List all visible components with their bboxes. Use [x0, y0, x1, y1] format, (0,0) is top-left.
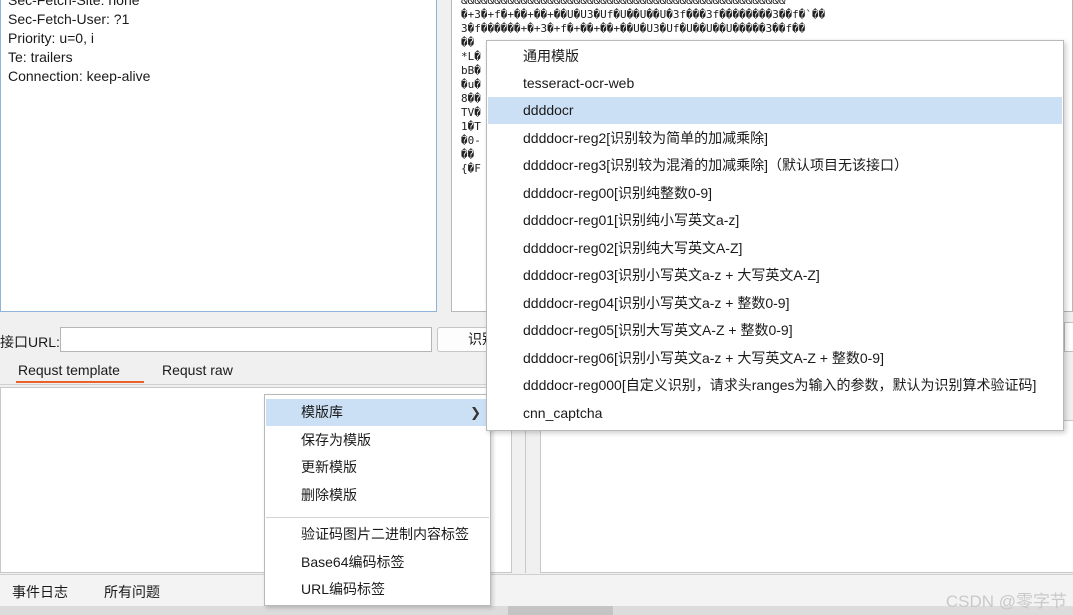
- submenu-item[interactable]: ddddocr-reg00[识别纯整数0-9]: [488, 180, 1062, 207]
- result-panel[interactable]: [540, 420, 1073, 573]
- status-bar: [0, 574, 1073, 606]
- active-tab-indicator: [16, 381, 144, 383]
- chevron-right-icon: ❯: [470, 405, 481, 420]
- tab-divider: [0, 384, 525, 385]
- menu-item-template-library[interactable]: 模版库 ❯: [266, 399, 489, 426]
- header-line: Sec-Fetch-User: ?1: [8, 11, 130, 27]
- tab-request-raw[interactable]: Requst raw: [162, 362, 233, 378]
- tab-request-template[interactable]: Requst template: [18, 362, 120, 378]
- response-line: 3�f������+�+3�+f�+��+��+��U�U3�Uf�U��U��…: [461, 22, 806, 35]
- submenu-item[interactable]: tesseract-ocr-web: [488, 70, 1062, 97]
- submenu-item[interactable]: ddddocr-reg2[识别较为简单的加减乘除]: [488, 125, 1062, 152]
- menu-item-delete-template[interactable]: 删除模版: [266, 482, 489, 509]
- menu-item-captcha-binary-tag[interactable]: 验证码图片二进制内容标签: [266, 521, 489, 548]
- submenu-item[interactable]: cnn_captcha: [488, 400, 1062, 427]
- menu-item-base64-tag[interactable]: Base64编码标签: [266, 549, 489, 576]
- submenu-item[interactable]: ddddocr-reg3[识别较为混淆的加减乘除]（默认项目无该接口）: [488, 152, 1062, 179]
- request-headers-panel[interactable]: Sec-Fetch-Site: none Sec-Fetch-User: ?1 …: [0, 0, 437, 312]
- menu-item-label: 模版库: [301, 404, 343, 420]
- submenu-item[interactable]: ddddocr-reg000[自定义识别，请求头ranges为输入的参数，默认为…: [488, 372, 1062, 399]
- header-line: Te: trailers: [8, 49, 73, 65]
- header-line: Sec-Fetch-Site: none: [8, 0, 140, 8]
- submenu-item[interactable]: ddddocr-reg06[识别小写英文a-z + 大写英文A-Z + 整数0-…: [488, 345, 1062, 372]
- tab-event-log[interactable]: 事件日志: [12, 582, 68, 602]
- submenu-item[interactable]: 通用模版: [488, 43, 1062, 70]
- context-menu: 模版库 ❯ 保存为模版 更新模版 删除模版 验证码图片二进制内容标签 Base6…: [264, 394, 491, 606]
- menu-item-update-template[interactable]: 更新模版: [266, 454, 489, 481]
- right-edge-control[interactable]: [1064, 322, 1073, 352]
- tab-all-issues[interactable]: 所有问题: [104, 582, 160, 602]
- submenu-item[interactable]: ddddocr-reg03[识别小写英文a-z + 大写英文A-Z]: [488, 262, 1062, 289]
- response-line: �+3�+f�+��+��+��U�U3�Uf�U��U��U�3f���3f�…: [461, 8, 826, 21]
- menu-item-url-encode-tag[interactable]: URL编码标签: [266, 576, 489, 603]
- menu-item-save-as-template[interactable]: 保存为模版: [266, 427, 489, 454]
- submenu-item[interactable]: ddddocr-reg02[识别纯大写英文A-Z]: [488, 235, 1062, 262]
- header-line: Connection: keep-alive: [8, 68, 151, 84]
- header-line: Priority: u=0, i: [8, 30, 94, 46]
- submenu-item[interactable]: ddddocr-reg04[识别小写英文a-z + 整数0-9]: [488, 290, 1062, 317]
- submenu-item[interactable]: ddddocr-reg05[识别大写英文A-Z + 整数0-9]: [488, 317, 1062, 344]
- submenu-item[interactable]: ddddocr-reg01[识别纯小写英文a-z]: [488, 207, 1062, 234]
- response-line: &&&&&&&&&&&&&&&&&&&&&&&&&&&&&&&&&&&&&&&&…: [461, 0, 786, 7]
- menu-separator: [266, 517, 489, 518]
- taskbar-strip-segment: [508, 606, 613, 615]
- submenu-item[interactable]: ddddocr: [488, 97, 1062, 124]
- url-input[interactable]: [60, 327, 432, 352]
- watermark: CSDN @零字节: [945, 592, 1067, 611]
- template-library-submenu: 通用模版 tesseract-ocr-web ddddocr ddddocr-r…: [486, 40, 1064, 431]
- url-label: 接口URL:: [0, 334, 60, 350]
